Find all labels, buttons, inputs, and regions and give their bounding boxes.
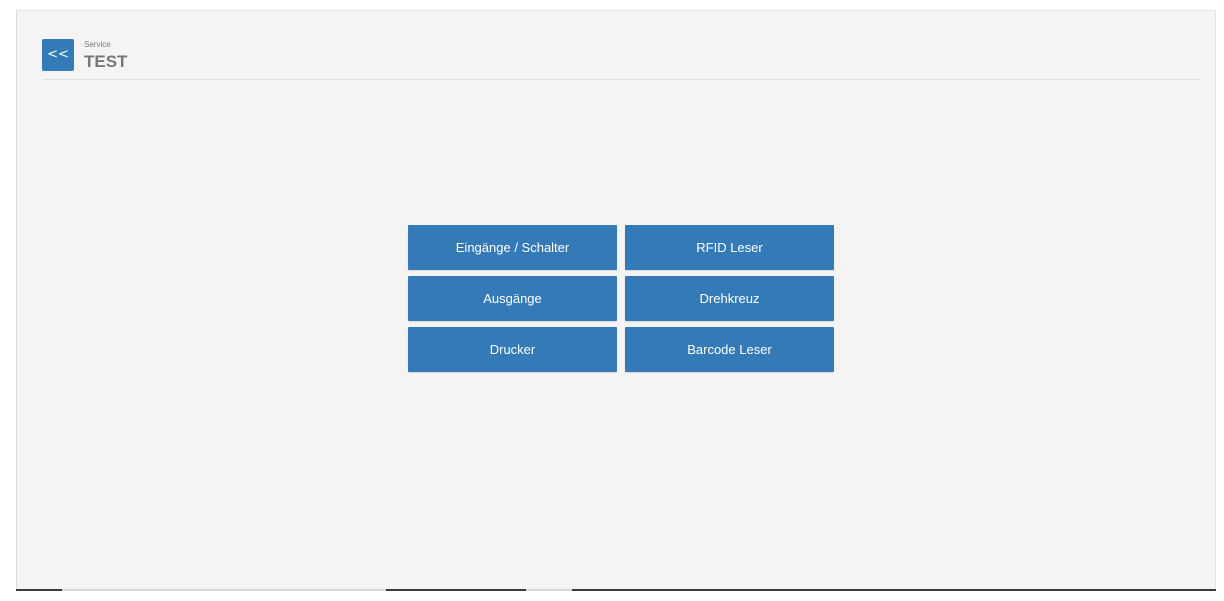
scrollbar-segment — [16, 589, 62, 591]
printer-button[interactable]: Drucker — [408, 327, 617, 372]
inputs-switches-button[interactable]: Eingänge / Schalter — [408, 225, 617, 270]
scrollbar-segment — [572, 589, 1216, 591]
scrollbar-segment — [386, 589, 526, 591]
rfid-reader-button[interactable]: RFID Leser — [625, 225, 834, 270]
turnstile-button[interactable]: Drehkreuz — [625, 276, 834, 321]
header-text: Service TEST — [84, 40, 127, 73]
bottom-scrollbar[interactable] — [16, 589, 1216, 591]
outputs-button[interactable]: Ausgänge — [408, 276, 617, 321]
content-panel: << Service TEST Eingänge / Schalter RFID… — [16, 10, 1216, 590]
page-title: TEST — [84, 52, 128, 71]
back-button[interactable]: << — [42, 39, 74, 71]
test-menu-grid: Eingänge / Schalter RFID Leser Ausgänge … — [408, 225, 834, 372]
section-label: Service — [84, 40, 111, 49]
page-header: << Service TEST — [42, 39, 1200, 80]
barcode-reader-button[interactable]: Barcode Leser — [625, 327, 834, 372]
